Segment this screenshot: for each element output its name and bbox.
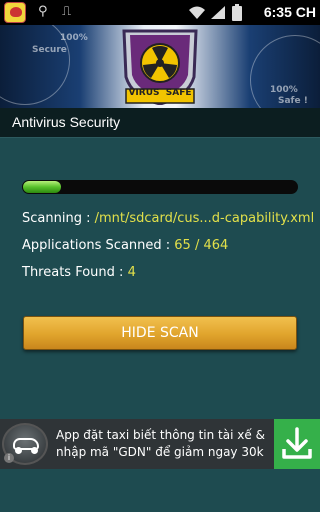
scan-progress-fill	[23, 181, 61, 193]
title-bar: Antivirus Security	[0, 108, 320, 138]
banner-label: Safe !	[278, 96, 308, 106]
threats-found-label: Threats Found :	[22, 265, 128, 280]
status-time: 6:35 CH	[263, 4, 316, 20]
android-debug-icon: ⎍	[62, 4, 72, 19]
battery-icon	[232, 4, 242, 21]
scanning-label: Scanning :	[22, 211, 95, 226]
ad-text[interactable]: App đặt taxi biết thông tin tài xế & nhậ…	[56, 427, 268, 461]
app-notification-icon	[4, 2, 26, 23]
usb-icon: ⚲	[38, 4, 48, 19]
banner-label: 100%	[270, 85, 298, 95]
shield-label: VIRUS SAFE	[128, 88, 192, 98]
banner-label: 100%	[60, 33, 88, 43]
hide-scan-button[interactable]: HIDE SCAN	[23, 316, 297, 350]
applications-scanned-label: Applications Scanned :	[22, 238, 175, 253]
ad-info-icon[interactable]: i	[4, 453, 14, 463]
ad-banner[interactable]: i App đặt taxi biết thông tin tài xế & n…	[0, 419, 320, 469]
threats-found-line: Threats Found : 4	[22, 265, 136, 280]
applications-scanned-line: Applications Scanned : 65 / 464	[22, 238, 228, 253]
scanning-line: Scanning : /mnt/sdcard/cus...d-capabilit…	[22, 211, 314, 226]
threats-found-value: 4	[127, 265, 136, 280]
banner-label: Secure	[32, 45, 67, 55]
signal-icon	[211, 6, 225, 19]
scan-progress-bar	[22, 180, 298, 194]
download-icon	[282, 427, 312, 459]
download-button[interactable]	[274, 419, 320, 469]
status-bar: ⚲ ⎍ 6:35 CH	[0, 0, 320, 25]
wifi-icon	[189, 6, 205, 19]
scanning-path: /mnt/sdcard/cus...d-capability.xml	[94, 211, 315, 226]
app-banner: 100% Secure 100% Safe ! VIRUS SAFE	[0, 25, 320, 108]
applications-scanned-value: 65 / 464	[174, 238, 229, 253]
page-title: Antivirus Security	[12, 114, 121, 130]
